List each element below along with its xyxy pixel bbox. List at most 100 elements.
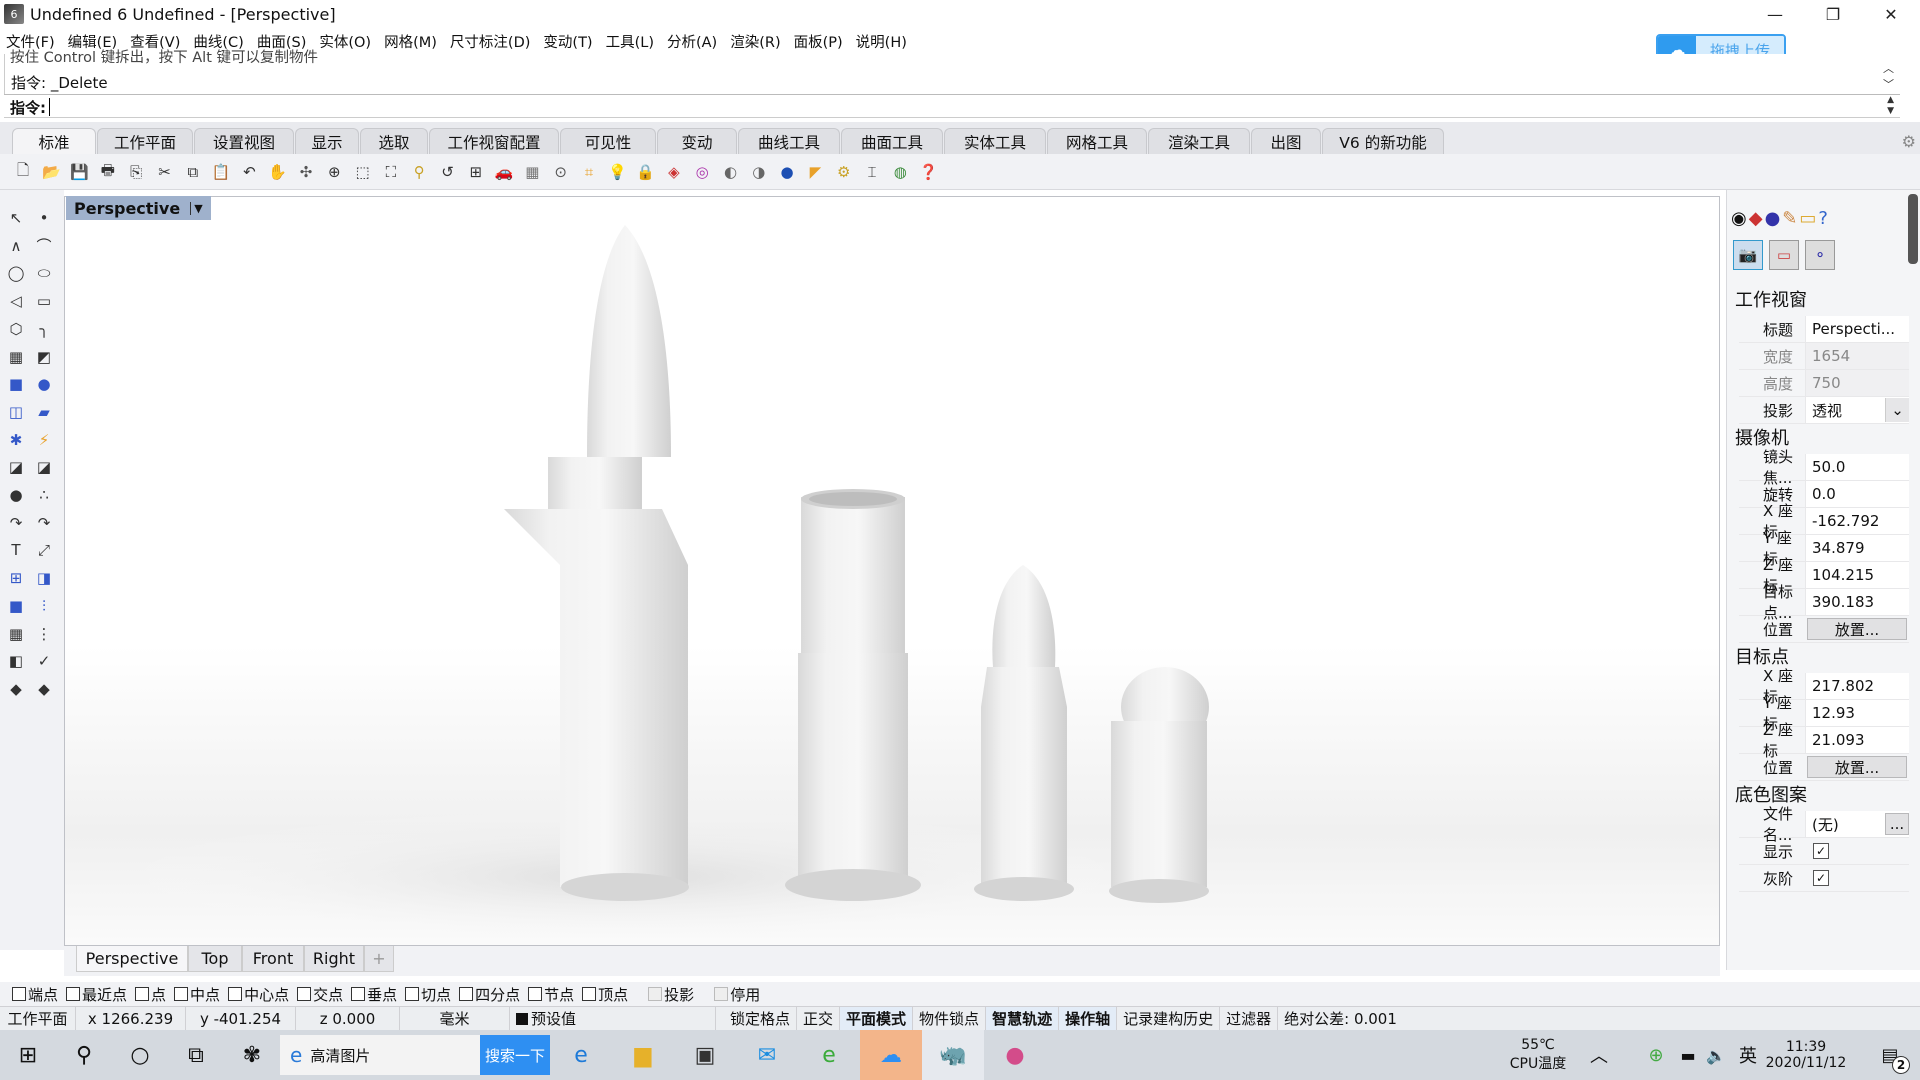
undo-icon[interactable]: ↶ [238,161,260,183]
render-icon[interactable]: ◆ [32,677,56,701]
osnap-checkbox[interactable]: 最近点 [66,984,127,1005]
place-button[interactable]: 放置... [1807,756,1907,778]
explode-icon[interactable]: ✱ [4,428,28,452]
viewport-title[interactable]: Perspective ▼ [66,196,211,220]
render-sphere-icon[interactable]: ◐ [720,161,742,183]
menu-item[interactable]: 说明(H) [856,31,907,52]
property-value[interactable]: Perspecti... [1805,316,1909,342]
tab-3[interactable]: 显示 [295,128,359,154]
lock-icon[interactable]: 🔒 [635,161,657,183]
tab-6[interactable]: 可见性 [560,128,656,154]
tab-7[interactable]: 变动 [657,128,737,154]
camera-icon[interactable]: 📷 [1733,240,1763,270]
mesh-icon[interactable]: ◆ [4,677,28,701]
zoom-selected-icon[interactable]: ⚲ [408,161,430,183]
tab-2[interactable]: 设置视图 [194,128,294,154]
viewport-tab-front[interactable]: Front [242,946,304,972]
osnap-checkbox[interactable]: 中心点 [228,984,289,1005]
property-value[interactable]: 34.879 [1805,535,1909,561]
sphere-union-icon[interactable]: ● [32,372,56,396]
four-viewports-icon[interactable]: ⊞ [465,161,487,183]
status-toggle[interactable]: 操作轴 [1059,1006,1118,1031]
grid-array-icon[interactable]: ▦ [4,622,28,646]
spin-up-icon[interactable]: ▲ [1887,95,1894,105]
cut-icon[interactable]: ✂ [154,161,176,183]
analyze-icon[interactable]: ◧ [4,649,28,673]
store-icon[interactable]: ▣ [674,1030,736,1080]
paste-icon[interactable]: 📋 [210,161,232,183]
property-value[interactable]: 217.802 [1805,673,1909,699]
scroll-down-icon[interactable]: ﹀ [1883,76,1894,92]
chevron-down-icon[interactable]: ⌄ [1885,398,1909,422]
material-icon[interactable]: ● [1765,208,1781,229]
windows-start-icon[interactable]: ⊞ [0,1030,56,1080]
select-arrow-icon[interactable]: ↖ [4,206,28,230]
fillet-icon[interactable]: ╮ [32,317,56,341]
osnap-checkbox[interactable]: 点 [135,984,166,1005]
tab-10[interactable]: 实体工具 [944,128,1046,154]
spin-down-icon[interactable]: ▼ [1887,106,1894,116]
status-toggle[interactable]: 物件锁点 [913,1006,987,1031]
clock[interactable]: 11:39 2020/11/12 [1764,1030,1848,1080]
brush-icon[interactable]: ✎ [1782,208,1797,229]
add-tab-icon[interactable]: + [364,946,394,972]
set-cplane-icon[interactable]: ⌗ [578,161,600,183]
menu-item[interactable]: 尺寸标注(D) [450,31,530,52]
checkbox[interactable]: ✓ [1813,870,1829,886]
status-toggle[interactable]: 正交 [797,1006,841,1031]
tab-9[interactable]: 曲面工具 [841,128,943,154]
surface-corner-icon[interactable]: ▦ [4,345,28,369]
curve-icon[interactable]: ⌒ [32,234,56,258]
zoom-extents-icon[interactable]: ⛶ [380,161,402,183]
status-toggle[interactable]: 过滤器 [1220,1006,1279,1031]
tab-1[interactable]: 工作平面 [97,128,193,154]
extrude-icon[interactable]: ⫶ [32,594,56,618]
tab-8[interactable]: 曲线工具 [738,128,840,154]
battery-icon[interactable]: ▬ [1676,1030,1700,1080]
ellipse-icon[interactable]: ⬭ [32,261,56,285]
tab-0[interactable]: 标准 [12,128,96,155]
osnap-checkbox[interactable]: 节点 [528,984,574,1005]
perspective-viewport[interactable] [64,196,1720,946]
menu-item[interactable]: 实体(O) [319,31,371,52]
ie-green-icon[interactable]: e [798,1030,860,1080]
ime-indicator[interactable]: 英 [1734,1030,1762,1080]
viewport-tab-right[interactable]: Right [304,946,364,972]
property-value[interactable]: (无)... [1805,811,1909,837]
osnap-checkbox[interactable]: 交点 [297,984,343,1005]
color-wheel-icon[interactable]: ◉ [1731,208,1747,229]
text-icon[interactable]: T [4,538,28,562]
mail-icon[interactable]: ✉ [736,1030,798,1080]
extend-icon[interactable]: ◪ [32,455,56,479]
globe-icon[interactable]: ◍ [889,161,911,183]
print-icon[interactable]: 🖶 [97,161,119,183]
point-icon[interactable]: • [32,206,56,230]
pan-hand-icon[interactable]: ✋ [267,161,289,183]
osnap-checkbox[interactable]: 中点 [174,984,220,1005]
property-value[interactable]: 12.93 [1805,700,1909,726]
property-value[interactable]: 104.215 [1805,562,1909,588]
browse-button[interactable]: ... [1885,813,1909,835]
polygon-icon[interactable]: ⬡ [4,317,28,341]
security-icon[interactable]: ⊕ [1644,1030,1668,1080]
place-button[interactable]: 放置... [1807,618,1907,640]
check-icon[interactable]: ✓ [32,649,56,673]
tab-5[interactable]: 工作视窗配置 [429,128,559,154]
units-label[interactable]: 毫米 [400,1006,510,1031]
light-bulb-icon[interactable]: 💡 [606,161,628,183]
layer-selector[interactable]: 预设值 [510,1006,716,1031]
split-icon[interactable]: ⚡ [32,428,56,452]
panel-scrollbar[interactable] [1908,194,1918,264]
osnap-checkbox[interactable]: 垂点 [351,984,397,1005]
osnap-checkbox[interactable]: 四分点 [459,984,520,1005]
edge-icon[interactable]: e [550,1030,612,1080]
gear-icon[interactable]: ⚙ [1902,132,1916,151]
help-icon[interactable]: ? [1818,208,1828,229]
points-icon[interactable]: ∴ [32,483,56,507]
save-icon[interactable]: 💾 [69,161,91,183]
box-icon[interactable]: ■ [4,372,28,396]
close-button[interactable]: ✕ [1862,0,1920,28]
tab-14[interactable]: V6 的新功能 [1322,128,1444,154]
rhino-icon[interactable]: 🦏 [922,1030,984,1080]
align-icon[interactable]: ⋮ [32,622,56,646]
